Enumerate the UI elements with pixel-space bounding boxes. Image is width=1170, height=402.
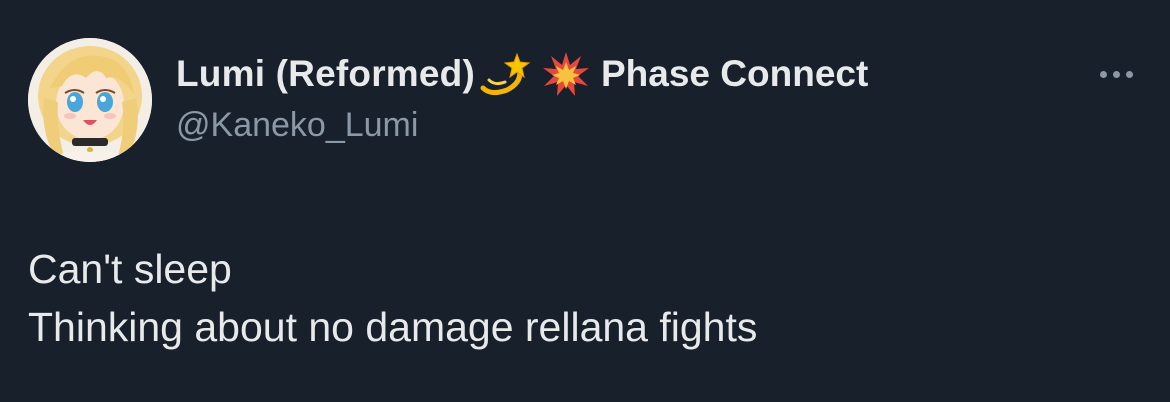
tweet-line: Thinking about no damage rellana fights: [28, 304, 758, 350]
collision-icon: [541, 50, 591, 98]
more-horizontal-icon: [1125, 70, 1133, 78]
more-horizontal-icon: [1112, 70, 1120, 78]
more-button[interactable]: [1088, 60, 1144, 88]
handle[interactable]: @Kaneko_Lumi: [176, 106, 868, 145]
more-horizontal-icon: [1099, 70, 1107, 78]
tweet-text: Can't sleep Thinking about no damage rel…: [28, 240, 757, 356]
tweet-card: Lumi (Reformed) Phase Connect @Kaneko_Lu…: [0, 0, 1170, 402]
author-block: Lumi (Reformed) Phase Connect @Kaneko_Lu…: [176, 52, 868, 172]
tweet-line: Can't sleep: [28, 246, 232, 292]
display-name[interactable]: Lumi (Reformed): [176, 53, 475, 95]
avatar-image: [28, 38, 152, 162]
avatar[interactable]: [28, 38, 152, 162]
dizzy-icon: [479, 50, 533, 98]
org-name[interactable]: Phase Connect: [601, 53, 868, 95]
name-row: Lumi (Reformed) Phase Connect: [176, 52, 868, 96]
